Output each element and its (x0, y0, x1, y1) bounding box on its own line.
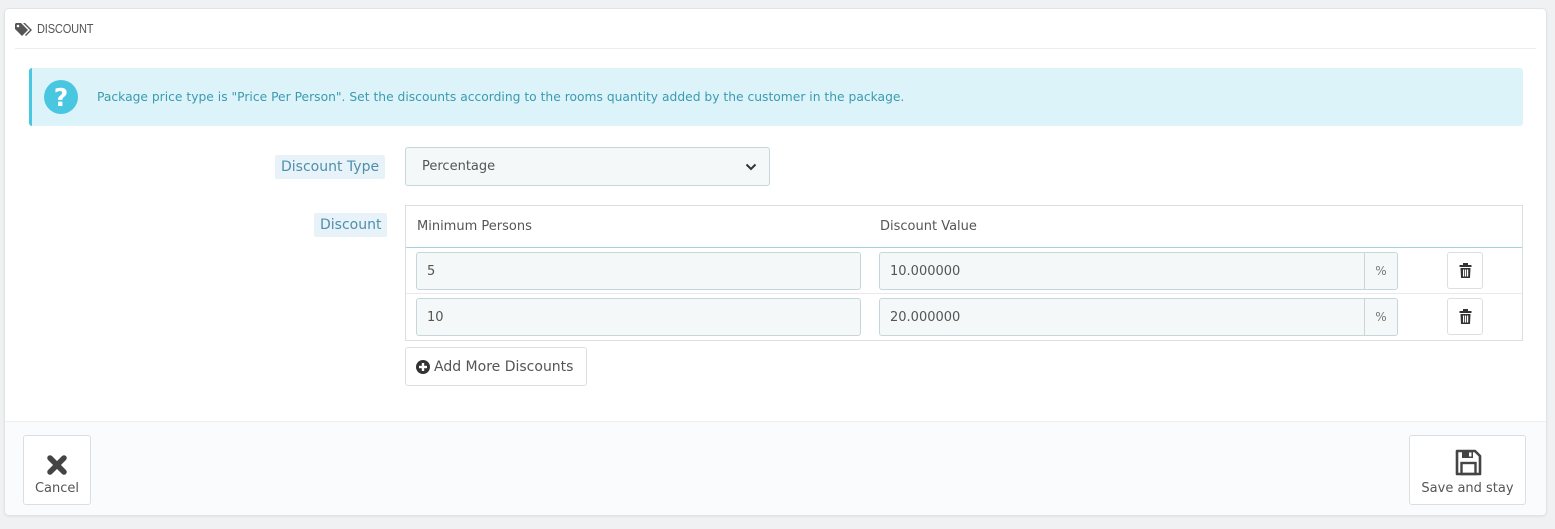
panel-heading: DISCOUNT (15, 9, 1536, 49)
table-row: 10 20.000000 % (406, 294, 1522, 340)
panel-title: DISCOUNT (37, 21, 94, 36)
table-row: 5 10.000000 % (406, 248, 1522, 294)
table-header: Minimum Persons Discount Value (406, 206, 1522, 248)
save-icon (1455, 449, 1481, 476)
info-alert: ? Package price type is "Price Per Perso… (29, 68, 1523, 126)
plus-circle-icon (416, 359, 430, 374)
save-label: Save and stay (1421, 481, 1514, 496)
discount-type-label: Discount Type (275, 155, 386, 179)
close-icon (47, 455, 67, 475)
header-discount-value: Discount Value (880, 219, 977, 234)
question-circle-icon: ? (44, 80, 78, 114)
cancel-button[interactable]: Cancel (23, 435, 91, 505)
chevron-down-icon (745, 163, 757, 170)
discount-value-input[interactable]: 10.000000 (879, 252, 1365, 290)
discount-type-select[interactable]: Percentage (405, 147, 770, 186)
delete-row-button[interactable] (1447, 252, 1483, 289)
percent-addon: % (1364, 252, 1398, 290)
min-persons-input[interactable]: 5 (416, 252, 861, 290)
header-min-persons: Minimum Persons (417, 219, 532, 234)
panel-footer: Cancel Save and stay (5, 421, 1546, 515)
trash-icon (1459, 263, 1471, 278)
save-and-stay-button[interactable]: Save and stay (1409, 435, 1526, 505)
cancel-label: Cancel (34, 481, 80, 496)
add-more-discounts-button[interactable]: Add More Discounts (405, 347, 587, 386)
discount-value-input[interactable]: 20.000000 (879, 298, 1365, 336)
percent-addon: % (1364, 298, 1398, 336)
discount-type-value: Percentage (422, 159, 496, 174)
discount-panel: DISCOUNT ? Package price type is "Price … (4, 8, 1547, 516)
delete-row-button[interactable] (1447, 298, 1483, 335)
min-persons-input[interactable]: 10 (416, 298, 861, 336)
alert-text: Package price type is "Price Per Person"… (97, 90, 905, 104)
discount-label: Discount (314, 213, 388, 237)
tags-icon (15, 22, 34, 36)
trash-icon (1459, 309, 1471, 324)
discount-table: Minimum Persons Discount Value 5 10.0000… (405, 205, 1523, 341)
add-button-label: Add More Discounts (434, 358, 574, 375)
